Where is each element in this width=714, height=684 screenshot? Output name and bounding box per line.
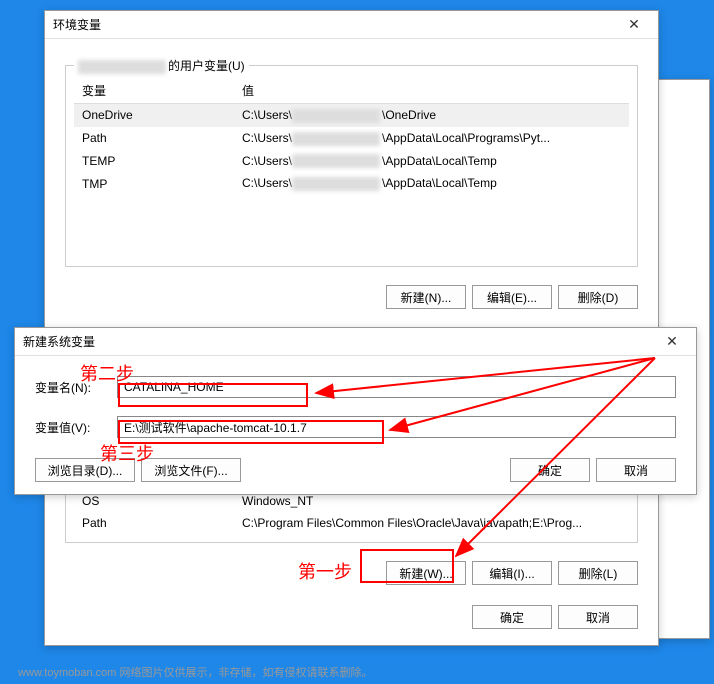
sys-edit-button[interactable]: 编辑(I)... <box>472 561 552 585</box>
sys-buttons-row: 新建(W)... 编辑(I)... 删除(L) <box>45 551 658 595</box>
var-value-cell: C:\Users\\AppData\Local\Programs\Pyt... <box>234 127 629 150</box>
dialog-ok-button[interactable]: 确定 <box>510 458 590 482</box>
var-value-input[interactable] <box>117 416 676 438</box>
user-vars-table[interactable]: 变量 值 OneDriveC:\Users\\OneDrivePathC:\Us… <box>74 78 629 195</box>
var-name-row: 变量名(N): <box>15 370 696 404</box>
browse-file-button[interactable]: 浏览文件(F)... <box>141 458 241 482</box>
sys-new-button[interactable]: 新建(W)... <box>386 561 466 585</box>
blurred-username <box>292 154 380 168</box>
var-name-cell: Path <box>74 127 234 150</box>
var-name-input[interactable] <box>117 376 676 398</box>
dialog-title: 新建系统变量 <box>23 333 95 350</box>
user-edit-button[interactable]: 编辑(E)... <box>472 285 552 309</box>
user-vars-group: 的用户变量(U) 变量 值 OneDriveC:\Users\\OneDrive… <box>65 65 638 267</box>
user-delete-button[interactable]: 删除(D) <box>558 285 638 309</box>
dialog-cancel-button[interactable]: 取消 <box>596 458 676 482</box>
table-row[interactable]: TMPC:\Users\\AppData\Local\Temp <box>74 172 629 195</box>
var-name-cell: TMP <box>74 172 234 195</box>
table-row[interactable]: TEMPC:\Users\\AppData\Local\Temp <box>74 150 629 173</box>
watermark: www.toymoban.com 网络图片仅供展示，非存储，如有侵权请联系删除。 <box>18 664 372 680</box>
browse-dir-button[interactable]: 浏览目录(D)... <box>35 458 135 482</box>
col-var[interactable]: 变量 <box>74 78 234 104</box>
footer-buttons-row: 确定 取消 <box>45 595 658 639</box>
col-val[interactable]: 值 <box>234 78 629 104</box>
var-name-cell: Path <box>74 512 234 534</box>
var-value-cell: C:\Program Files\Common Files\Oracle\Jav… <box>234 512 629 534</box>
blurred-username <box>292 177 380 191</box>
window-title: 环境变量 <box>53 16 101 33</box>
sys-vars-group-visible: OSWindows_NTPathC:\Program Files\Common … <box>65 489 638 543</box>
user-new-button[interactable]: 新建(N)... <box>386 285 466 309</box>
table-row[interactable]: PathC:\Program Files\Common Files\Oracle… <box>74 512 629 534</box>
titlebar-newvar: 新建系统变量 ✕ <box>15 328 696 356</box>
ok-button[interactable]: 确定 <box>472 605 552 629</box>
table-row[interactable]: OneDriveC:\Users\\OneDrive <box>74 104 629 127</box>
titlebar-env: 环境变量 ✕ <box>45 11 658 39</box>
var-name-label: 变量名(N): <box>35 379 105 396</box>
new-var-dialog: 新建系统变量 ✕ 变量名(N): 变量值(V): 浏览目录(D)... 浏览文件… <box>14 327 697 495</box>
var-value-cell: C:\Users\\OneDrive <box>234 104 629 127</box>
var-value-label: 变量值(V): <box>35 419 105 436</box>
var-value-row: 变量值(V): <box>15 410 696 444</box>
user-buttons-row: 新建(N)... 编辑(E)... 删除(D) <box>45 275 658 319</box>
table-row[interactable]: PathC:\Users\\AppData\Local\Programs\Pyt… <box>74 127 629 150</box>
blurred-username <box>78 60 166 74</box>
close-icon[interactable]: ✕ <box>656 331 688 353</box>
var-value-cell: C:\Users\\AppData\Local\Temp <box>234 172 629 195</box>
var-value-cell: C:\Users\\AppData\Local\Temp <box>234 150 629 173</box>
sys-delete-button[interactable]: 删除(L) <box>558 561 638 585</box>
close-icon[interactable]: ✕ <box>618 14 650 36</box>
blurred-username <box>292 132 380 146</box>
sys-vars-table[interactable]: OSWindows_NTPathC:\Program Files\Common … <box>74 490 629 534</box>
var-name-cell: OneDrive <box>74 104 234 127</box>
blurred-username <box>292 109 380 123</box>
cancel-button[interactable]: 取消 <box>558 605 638 629</box>
var-name-cell: TEMP <box>74 150 234 173</box>
user-vars-group-title: 的用户变量(U) <box>74 57 249 74</box>
